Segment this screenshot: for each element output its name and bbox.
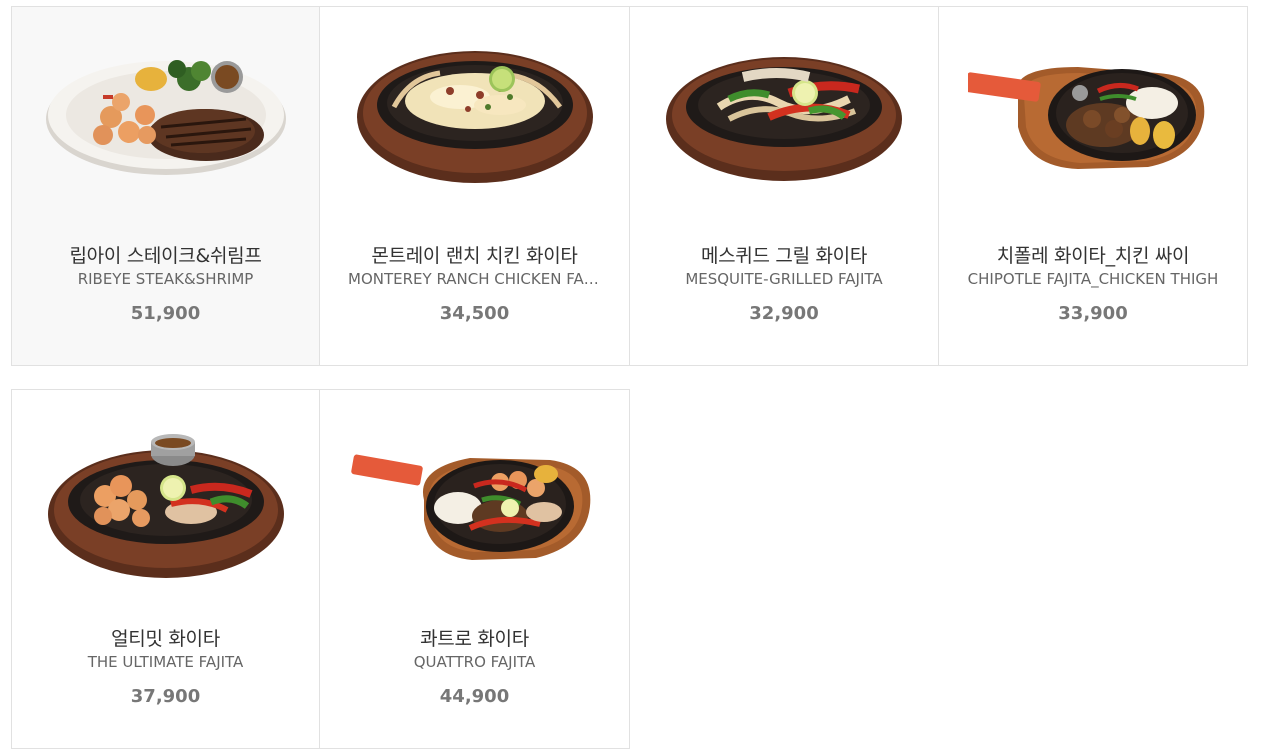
menu-name-en: QUATTRO FAJITA [413, 653, 536, 671]
plate-steak-shrimp-image [12, 7, 319, 237]
menu-price: 33,900 [1058, 303, 1128, 324]
skillet-peppers-image [630, 7, 938, 237]
menu-card-mesquite-grilled-fajita[interactable]: 메스퀴드 그릴 화이타 MESQUITE-GRILLED FAJITA 32,9… [629, 6, 939, 366]
menu-name-en: CHIPOTLE FAJITA_CHICKEN THIGH [967, 270, 1219, 288]
menu-name-kr: 얼티밋 화이타 [111, 628, 220, 650]
menu-name-kr: 립아이 스테이크&쉬림프 [69, 245, 262, 267]
skillet-shrimp-image [12, 390, 319, 620]
menu-name-kr: 치폴레 화이타_치킨 싸이 [996, 245, 1190, 267]
menu-price: 32,900 [749, 303, 819, 324]
pan-quattro-image [320, 390, 629, 620]
menu-price: 51,900 [130, 303, 201, 324]
skillet-ranch-chicken-image [320, 7, 629, 237]
menu-grid: 립아이 스테이크&쉬림프 RIBEYE STEAK&SHRIMP 51,900 [0, 0, 1262, 755]
menu-name-kr: 콰트로 화이타 [420, 628, 529, 650]
menu-card-chipotle-fajita-chicken-thigh[interactable]: 치폴레 화이타_치킨 싸이 CHIPOTLE FAJITA_CHICKEN TH… [938, 6, 1248, 366]
menu-card-the-ultimate-fajita[interactable]: 얼티밋 화이타 THE ULTIMATE FAJITA 37,900 [11, 389, 320, 749]
menu-name-en: RIBEYE STEAK&SHRIMP [77, 270, 254, 288]
menu-card-monterey-ranch-chicken-fajita[interactable]: 몬트레이 랜치 치킨 화이타 MONTEREY RANCH CHICKEN FA… [319, 6, 630, 366]
menu-name-en: THE ULTIMATE FAJITA [87, 653, 244, 671]
menu-name-kr: 메스퀴드 그릴 화이타 [700, 245, 868, 267]
menu-card-ribeye-steak-shrimp[interactable]: 립아이 스테이크&쉬림프 RIBEYE STEAK&SHRIMP 51,900 [11, 6, 320, 366]
menu-price: 44,900 [439, 686, 510, 707]
menu-name-en: MESQUITE-GRILLED FAJITA [685, 270, 883, 288]
menu-name-kr: 몬트레이 랜치 치킨 화이타 [371, 245, 578, 267]
menu-name-en: MONTEREY RANCH CHICKEN FAJITA [348, 270, 601, 288]
menu-card-quattro-fajita[interactable]: 콰트로 화이타 QUATTRO FAJITA 44,900 [319, 389, 630, 749]
menu-price: 37,900 [130, 686, 201, 707]
pan-chicken-thigh-image [939, 7, 1247, 237]
menu-price: 34,500 [439, 303, 510, 324]
